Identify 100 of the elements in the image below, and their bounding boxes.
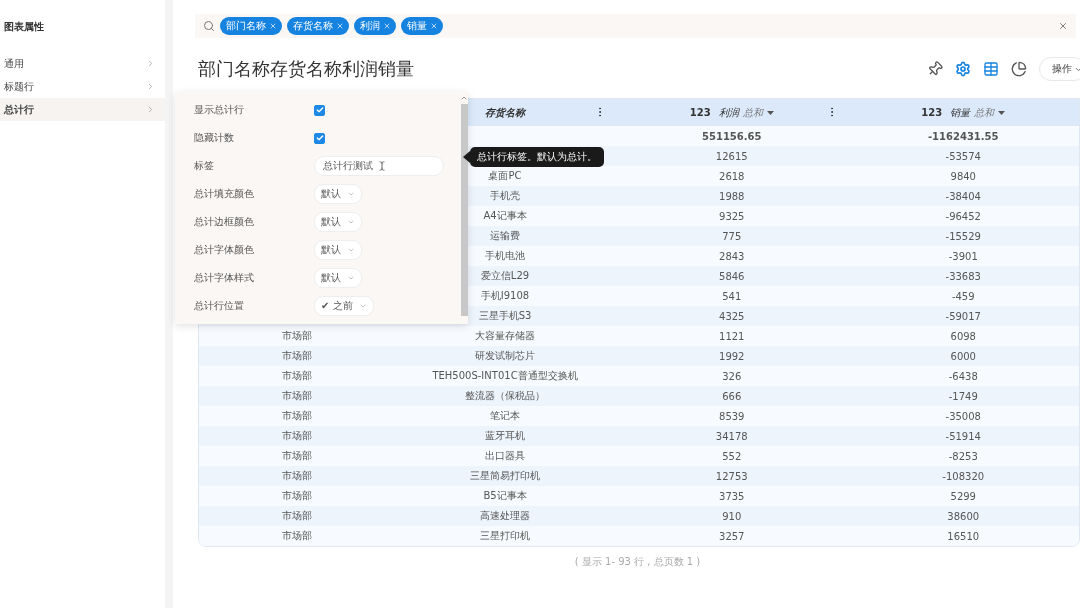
table-cell: B5记事本 [394,486,616,506]
select-field[interactable]: 默认 [314,240,362,260]
select-field[interactable]: 默认 [314,184,362,204]
column-header: 存货名称 [485,105,525,120]
table-cell: 12753 [616,466,848,486]
setting-label: 总计边框颜色 [194,215,255,229]
scrollbar-thumb[interactable] [460,104,468,316]
chevron-down-icon [347,190,355,198]
table-cell: 3257 [616,526,848,546]
table-cell: 541 [616,286,848,306]
setting-label: 标签 [194,159,215,173]
setting-label: 显示总计行 [194,103,245,117]
column-header: 销量 [950,105,971,120]
sidebar-item[interactable]: 通用 [0,52,165,75]
page-title: 部门名称存货名称利润销量 [198,57,415,81]
table-cell: 笔记本 [394,406,616,426]
chevron-right-icon [146,105,155,114]
table-cell: 三星打印机 [394,526,616,546]
table-cell: 8539 [616,406,848,426]
table-cell: 市场部 [199,506,394,526]
aggregate-label: 总和 [742,105,763,120]
table-cell: 666 [616,386,848,406]
pie-chart-icon[interactable] [1011,61,1027,77]
table-cell: 16510 [847,526,1079,546]
table-cell: -1749 [847,386,1079,406]
table-cell: -35008 [847,406,1079,426]
chevron-right-icon [146,82,155,91]
table-cell: -96452 [847,206,1079,226]
table-cell: -6438 [847,366,1079,386]
setting-label: 总计字体样式 [194,271,255,285]
table-cell: 蓝牙耳机 [394,426,616,446]
action-button[interactable]: 操作 [1039,57,1080,81]
chevron-down-icon [347,274,355,282]
table-cell: -38404 [847,186,1079,206]
table-cell: TEH500S-INT01C普通型交换机 [394,366,616,386]
filter-chip[interactable]: 存货名称 [287,17,349,35]
chevron-down-icon [358,302,367,310]
chevron-right-icon [146,59,155,68]
checkbox[interactable] [314,132,325,144]
table-cell: -51914 [847,426,1079,446]
table-icon[interactable] [983,61,999,77]
select-field[interactable]: ✔ 之前 [314,296,374,316]
close-icon [269,22,277,30]
column-type: 123 [921,107,943,118]
table-cell: 研发试制芯片 [394,346,616,366]
column-header: 利润 [718,105,739,120]
filter-chip[interactable]: 利润 [354,17,396,35]
aggregate-label: 总和 [974,105,995,120]
select-field[interactable]: 默认 [314,212,362,232]
table-cell: 1988 [616,186,848,206]
setting-label: 总计字体颜色 [194,243,255,257]
table-cell: 出口器具 [394,446,616,466]
table-cell: -15529 [847,226,1079,246]
table-cell: 551156.65 [616,126,848,146]
table-cell: 市场部 [199,406,394,426]
table-cell: 12615 [616,146,848,166]
table-cell: 6000 [847,346,1079,366]
close-icon [383,22,391,30]
table-cell: -33683 [847,266,1079,286]
sidebar-item[interactable]: 总计行 [0,98,165,121]
settings-icon[interactable] [955,61,971,77]
checkbox[interactable] [314,104,325,116]
filter-chip[interactable]: 部门名称 [220,17,282,35]
select-field[interactable]: 默认 [314,268,362,288]
chevron-down-icon [347,246,355,254]
filter-chip[interactable]: 销量 [401,17,443,35]
table-cell: 4325 [616,306,848,326]
table-cell: -1162431.55 [847,126,1079,146]
table-cell: 2618 [616,166,848,186]
text-cursor-icon [377,161,387,171]
table-cell: 9325 [616,206,848,226]
table-cell: 市场部 [199,446,394,466]
setting-label: 总计行位置 [194,299,245,313]
table-cell: 775 [616,226,848,246]
table-cell: 9840 [847,166,1079,186]
search-icon [203,20,215,32]
table-cell: -8253 [847,446,1079,466]
tooltip-arrow [463,151,470,163]
table-cell: 1121 [616,326,848,346]
chevron-down-icon [347,218,355,226]
setting-label: 总计填充颜色 [194,187,255,201]
table-cell: 大容量存储器 [394,326,616,346]
table-cell: 552 [616,446,848,466]
setting-label: 隐藏计数 [194,131,235,145]
table-cell: 市场部 [199,366,394,386]
sidebar-item[interactable]: 标题行 [0,75,165,98]
label-field[interactable]: 总计行测试 [314,156,444,176]
table-cell: -53574 [847,146,1079,166]
table-cell: 3735 [616,486,848,506]
close-icon [430,22,438,30]
table-cell: 市场部 [199,426,394,446]
scroll-up-icon[interactable] [460,94,468,102]
table-cell: 910 [616,506,848,526]
table-cell: 市场部 [199,526,394,546]
caret-icon [766,110,774,115]
close-icon[interactable] [1058,21,1068,31]
table-cell: 整流器（保税品） [394,386,616,406]
table-cell: -59017 [847,306,1079,326]
table-cell: 34178 [616,426,848,446]
sidebar-title: 图表属性 [3,20,45,34]
